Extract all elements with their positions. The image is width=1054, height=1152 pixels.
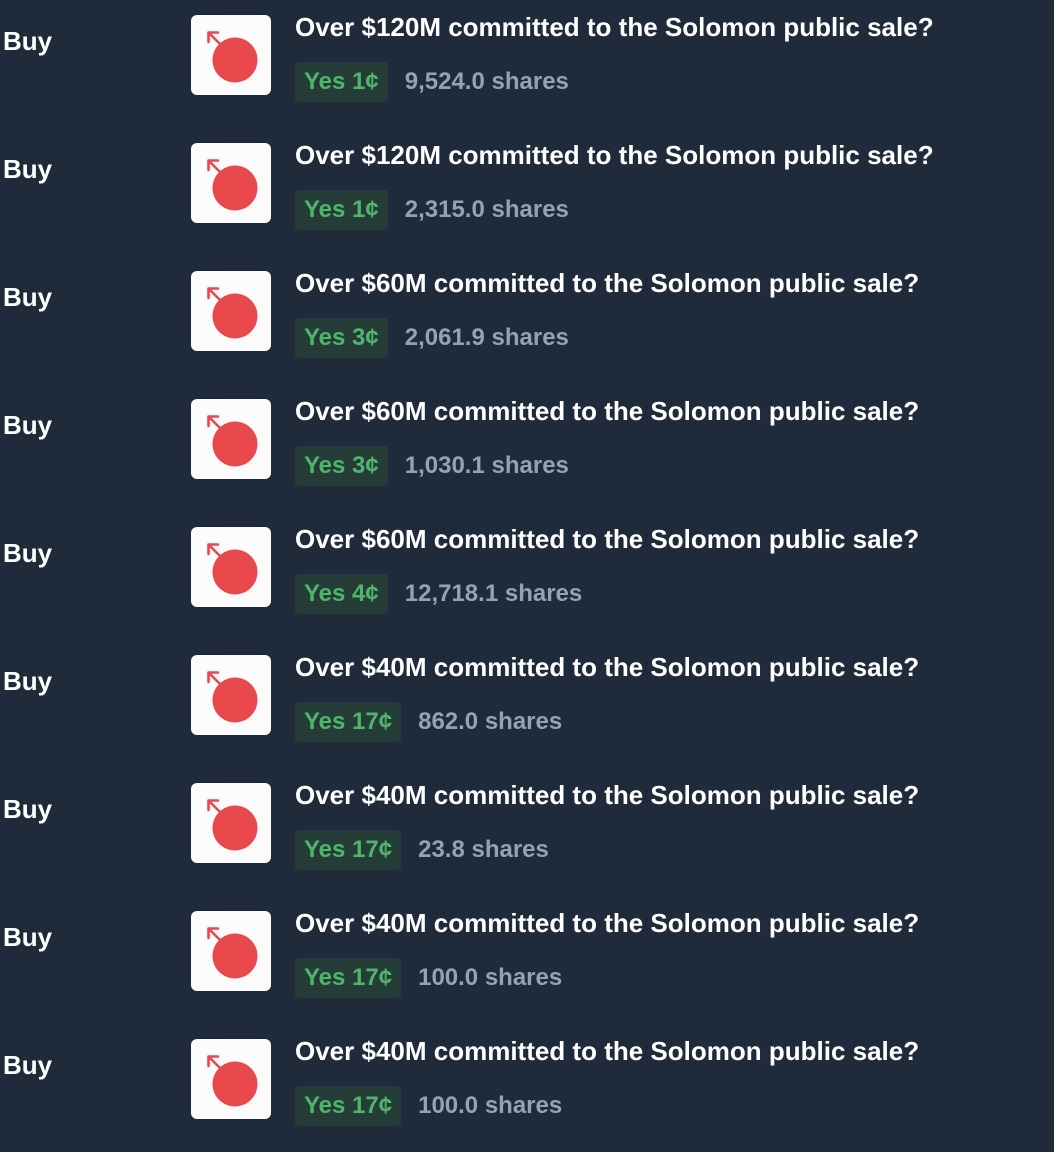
shares-amount: 12,718.1 shares	[404, 580, 583, 607]
solomon-logo-icon	[207, 415, 258, 467]
solomon-logo-icon	[207, 799, 258, 851]
market-thumbnail[interactable]	[191, 783, 271, 863]
outcome-price-badge: Yes 17¢	[295, 830, 402, 870]
activity-row[interactable]: Buy Over $120M committed to the Solomon …	[0, 0, 1054, 128]
trade-side-label: Buy	[3, 794, 53, 824]
shares-amount: 1,030.1 shares	[404, 452, 569, 479]
market-thumbnail[interactable]	[191, 911, 271, 991]
market-title[interactable]: Over $60M committed to the Solomon publi…	[295, 395, 919, 427]
trade-meta: Yes 4¢ 12,718.1 shares	[295, 573, 582, 615]
trade-meta: Yes 17¢ 100.0 shares	[295, 1085, 562, 1127]
trade-meta: Yes 3¢ 2,061.9 shares	[295, 317, 569, 359]
activity-row[interactable]: Buy Over $120M committed to the Solomon …	[0, 128, 1054, 256]
trade-side-label: Buy	[3, 538, 53, 568]
activity-row[interactable]: Buy Over $60M committed to the Solomon p…	[0, 512, 1054, 640]
trade-meta: Yes 1¢ 9,524.0 shares	[295, 61, 569, 103]
market-thumbnail[interactable]	[191, 527, 271, 607]
outcome-price-badge: Yes 17¢	[295, 702, 402, 742]
activity-row[interactable]: Buy Over $40M committed to the Solomon p…	[0, 896, 1054, 1024]
shares-amount: 2,061.9 shares	[404, 324, 569, 351]
outcome-price-badge: Yes 3¢	[295, 318, 388, 358]
trade-side-label: Buy	[3, 922, 53, 952]
trade-meta: Yes 1¢ 2,315.0 shares	[295, 189, 569, 231]
shares-amount: 9,524.0 shares	[404, 68, 569, 95]
market-title[interactable]: Over $60M committed to the Solomon publi…	[295, 267, 919, 299]
market-thumbnail[interactable]	[191, 399, 271, 479]
activity-row[interactable]: Buy Over $60M committed to the Solomon p…	[0, 384, 1054, 512]
activity-row[interactable]: Buy Over $40M committed to the Solomon p…	[0, 1024, 1054, 1152]
market-thumbnail[interactable]	[191, 143, 271, 223]
trade-side-label: Buy	[3, 666, 53, 696]
market-title[interactable]: Over $120M committed to the Solomon publ…	[295, 139, 934, 171]
market-thumbnail[interactable]	[191, 1039, 271, 1119]
activity-row[interactable]: Buy Over $40M committed to the Solomon p…	[0, 640, 1054, 768]
solomon-logo-icon	[207, 159, 258, 211]
solomon-logo-icon	[207, 543, 258, 595]
solomon-logo-icon	[207, 31, 258, 83]
market-title[interactable]: Over $40M committed to the Solomon publi…	[295, 651, 919, 683]
shares-amount: 23.8 shares	[418, 836, 549, 863]
outcome-price-badge: Yes 17¢	[295, 958, 402, 998]
solomon-logo-icon	[207, 671, 258, 723]
trade-side-label: Buy	[3, 26, 53, 56]
solomon-logo-icon	[207, 287, 258, 339]
market-title[interactable]: Over $40M committed to the Solomon publi…	[295, 1035, 919, 1067]
outcome-price-badge: Yes 3¢	[295, 446, 388, 486]
trade-meta: Yes 17¢ 862.0 shares	[295, 701, 562, 743]
shares-amount: 100.0 shares	[418, 964, 563, 991]
market-title[interactable]: Over $40M committed to the Solomon publi…	[295, 907, 919, 939]
activity-list: Buy Over $120M committed to the Solomon …	[0, 0, 1054, 1132]
market-title[interactable]: Over $40M committed to the Solomon publi…	[295, 779, 919, 811]
outcome-price-badge: Yes 17¢	[295, 1086, 402, 1126]
shares-amount: 2,315.0 shares	[404, 196, 569, 223]
shares-amount: 862.0 shares	[418, 708, 563, 735]
trade-side-label: Buy	[3, 154, 53, 184]
trade-meta: Yes 3¢ 1,030.1 shares	[295, 445, 569, 487]
activity-row[interactable]: Buy Over $40M committed to the Solomon p…	[0, 768, 1054, 896]
trade-meta: Yes 17¢ 23.8 shares	[295, 829, 549, 871]
trade-side-label: Buy	[3, 1050, 53, 1080]
outcome-price-badge: Yes 1¢	[295, 62, 388, 102]
trade-side-label: Buy	[3, 410, 53, 440]
market-title[interactable]: Over $60M committed to the Solomon publi…	[295, 523, 919, 555]
market-title[interactable]: Over $120M committed to the Solomon publ…	[295, 11, 934, 43]
outcome-price-badge: Yes 1¢	[295, 190, 388, 230]
shares-amount: 100.0 shares	[418, 1092, 563, 1119]
outcome-price-badge: Yes 4¢	[295, 574, 388, 614]
activity-row[interactable]: Buy Over $60M committed to the Solomon p…	[0, 256, 1054, 384]
market-thumbnail[interactable]	[191, 271, 271, 351]
trade-side-label: Buy	[3, 282, 53, 312]
trade-meta: Yes 17¢ 100.0 shares	[295, 957, 562, 999]
market-thumbnail[interactable]	[191, 655, 271, 735]
solomon-logo-icon	[207, 1055, 258, 1107]
solomon-logo-icon	[207, 927, 258, 979]
market-thumbnail[interactable]	[191, 15, 271, 95]
